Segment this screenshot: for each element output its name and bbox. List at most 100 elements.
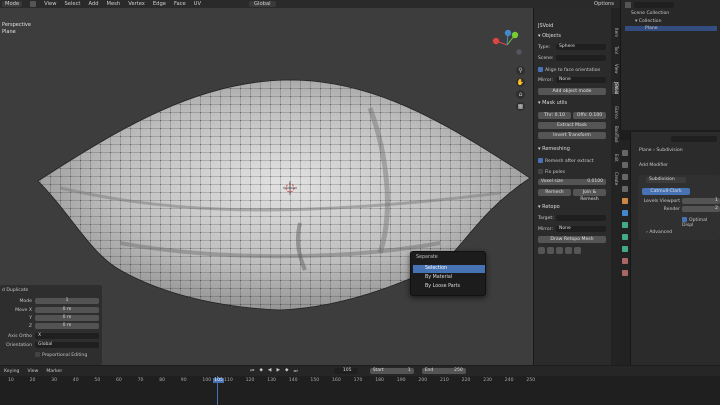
marker-menu[interactable]: Marker xyxy=(46,369,62,374)
orientation-dropdown[interactable]: Global xyxy=(35,342,99,348)
outliner: Scene Collection ▾ Collection Plane xyxy=(620,0,720,130)
material-tab-icon[interactable] xyxy=(622,258,628,264)
offset-field[interactable]: Offs: 0.100 xyxy=(573,112,606,119)
menu-uv[interactable]: UV xyxy=(194,1,201,7)
retopo-mirror-dropdown[interactable]: None xyxy=(556,226,606,232)
properties-search-input[interactable] xyxy=(671,136,717,142)
object-tab-icon[interactable] xyxy=(622,198,628,204)
separate-selection-item[interactable]: Selection xyxy=(413,265,485,273)
align-face-checkbox[interactable]: Align to face orientation xyxy=(538,67,600,73)
outliner-search-input[interactable] xyxy=(634,2,674,8)
add-modifier-button[interactable]: Add Modifier xyxy=(639,163,668,168)
timeline-view-menu[interactable]: View xyxy=(27,369,38,374)
ortho-toggle-icon[interactable]: ▦ xyxy=(516,102,525,111)
remesh-after-extract-checkbox[interactable]: Remesh after extract xyxy=(538,158,594,164)
camera-icon[interactable]: ⌂ xyxy=(516,90,525,99)
retopo-tool-icon[interactable] xyxy=(574,247,581,254)
constraints-tab-icon[interactable] xyxy=(622,234,628,240)
transform-orientation-dropdown[interactable]: Global xyxy=(249,1,276,7)
output-tab-icon[interactable] xyxy=(622,174,628,180)
catmull-clark-button[interactable]: Catmull-Clark xyxy=(642,188,690,195)
scene-field[interactable] xyxy=(556,55,606,61)
prev-key-icon[interactable]: ◆ xyxy=(259,368,263,374)
tab-tool[interactable]: Tool xyxy=(612,46,619,54)
retopo-section-header[interactable]: ▾ Retopo xyxy=(538,204,560,210)
levels-viewport-field[interactable]: 1 xyxy=(682,198,720,204)
pan-hand-icon[interactable]: ✋ xyxy=(516,78,525,87)
remeshing-section-header[interactable]: ▾ Remeshing xyxy=(538,146,570,152)
menu-mesh[interactable]: Mesh xyxy=(107,1,121,7)
separate-by-material-item[interactable]: By Material xyxy=(413,274,485,282)
play-reverse-icon[interactable]: ◀ xyxy=(268,368,272,374)
play-icon[interactable]: ▶ xyxy=(276,368,280,374)
plane-item[interactable]: Plane xyxy=(625,26,717,31)
axis-ortho-dropdown[interactable]: X xyxy=(35,333,99,339)
extract-mask-button[interactable]: Extract Mask xyxy=(538,122,606,129)
join-remesh-button[interactable]: Join & Remesh xyxy=(573,189,606,202)
move-x-field[interactable]: 0 m xyxy=(35,307,99,313)
tab-item[interactable]: Item xyxy=(612,28,619,37)
render-tab-icon[interactable] xyxy=(622,162,628,168)
jump-start-icon[interactable]: ⏮ xyxy=(250,368,254,374)
advanced-section-header[interactable]: › Advanced xyxy=(646,230,672,235)
proportional-editing-checkbox[interactable]: Proportional Editing xyxy=(35,352,87,358)
optimal-display-checkbox[interactable]: Optimal Displ xyxy=(682,217,720,228)
data-tab-icon[interactable] xyxy=(622,246,628,252)
menu-face[interactable]: Face xyxy=(174,1,186,7)
add-object-mode-button[interactable]: Add object mode xyxy=(538,88,606,95)
current-frame-field[interactable]: 105 xyxy=(333,368,358,374)
tool-tab-icon[interactable] xyxy=(622,150,628,156)
menu-edge[interactable]: Edge xyxy=(153,1,166,7)
scene-collection-item[interactable]: Scene Collection xyxy=(631,11,669,16)
retopo-tool-icon[interactable] xyxy=(556,247,563,254)
voxel-size-field[interactable]: Voxel size 0.0100 xyxy=(538,179,606,185)
tab-jsvoid[interactable]: JSVoid xyxy=(612,82,619,95)
menu-view[interactable]: View xyxy=(44,1,56,7)
type-dropdown[interactable]: Sphere xyxy=(556,44,606,50)
remesh-button[interactable]: Remesh xyxy=(538,189,571,196)
tab-gizmo[interactable]: Gizmo xyxy=(612,106,619,119)
mask-utils-section-header[interactable]: ▾ Mask utils xyxy=(538,100,567,106)
jump-end-icon[interactable]: ⏭ xyxy=(294,368,298,374)
move-y-field[interactable]: 0 m xyxy=(35,315,99,321)
modifier-tab-icon[interactable] xyxy=(622,210,628,216)
render-levels-field[interactable]: 2 xyxy=(682,206,720,212)
threshold-field[interactable]: Thr: 0.10 xyxy=(538,112,571,119)
redo-panel-title[interactable]: d Duplicate xyxy=(2,288,28,293)
texture-tab-icon[interactable] xyxy=(622,270,628,276)
filter-icon[interactable] xyxy=(625,2,631,8)
menu-select[interactable]: Select xyxy=(64,1,80,7)
tab-edit[interactable]: Edit xyxy=(612,154,619,162)
invert-transform-button[interactable]: Invert Transform xyxy=(538,132,606,139)
keying-menu[interactable]: Keying xyxy=(4,369,19,374)
target-field[interactable] xyxy=(556,215,606,221)
mode-field[interactable]: 1 xyxy=(35,298,99,304)
start-frame-field[interactable]: Start 1 xyxy=(369,368,414,374)
retopo-tool-icon[interactable] xyxy=(547,247,554,254)
tab-create[interactable]: Create xyxy=(612,172,619,185)
end-frame-field[interactable]: End 250 xyxy=(421,368,466,374)
collection-item[interactable]: ▾ Collection xyxy=(635,19,662,24)
menu-vertex[interactable]: Vertex xyxy=(128,1,145,7)
next-key-icon[interactable]: ◆ xyxy=(285,368,289,374)
tab-booltool[interactable]: BoolTool xyxy=(612,126,619,143)
objects-section-header[interactable]: ▾ Objects xyxy=(538,33,561,39)
scene-tab-icon[interactable] xyxy=(622,186,628,192)
retopo-tool-icon[interactable] xyxy=(538,247,545,254)
retopo-tool-icon[interactable] xyxy=(565,247,572,254)
frame-tick-label: 20 xyxy=(29,378,36,383)
move-z-field[interactable]: 0 m xyxy=(35,323,99,329)
mirror-dropdown[interactable]: None xyxy=(556,77,606,83)
3d-viewport[interactable]: Perspective Plane ⚲ ✋ ⌂ ▦ Separate Selec… xyxy=(0,8,533,365)
mode-dropdown[interactable]: Mode xyxy=(2,1,23,7)
physics-tab-icon[interactable] xyxy=(622,222,628,228)
options-dropdown[interactable]: Options xyxy=(594,1,614,7)
tab-view[interactable]: View xyxy=(612,64,619,74)
modifier-name-field[interactable]: Subdivision xyxy=(646,177,686,183)
zoom-icon[interactable]: ⚲ xyxy=(516,66,525,75)
separate-by-loose-parts-item[interactable]: By Loose Parts xyxy=(413,283,485,291)
menu-add[interactable]: Add xyxy=(88,1,98,7)
draw-retopo-mesh-button[interactable]: Draw Retopo Mesh xyxy=(538,236,606,243)
select-mode-icon[interactable] xyxy=(30,1,37,7)
fix-poles-checkbox[interactable]: Fix poles xyxy=(538,169,565,175)
